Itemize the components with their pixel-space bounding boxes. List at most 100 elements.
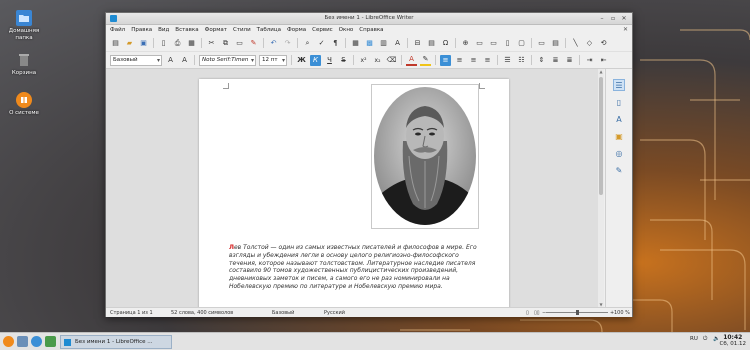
close-document-icon[interactable]: ✕ <box>623 26 628 33</box>
taskbar-writer-item[interactable]: Без имени 1 - LibreOffice ... <box>60 335 172 349</box>
menu-view[interactable]: Вид <box>158 27 169 33</box>
align-center-icon[interactable]: ≡ <box>454 55 465 66</box>
font-color-icon[interactable]: A <box>406 55 417 66</box>
insert-textbox-icon[interactable]: A <box>392 38 403 49</box>
menu-insert[interactable]: Вставка <box>175 27 198 33</box>
insert-hyperlink-icon[interactable]: ⊕ <box>460 38 471 49</box>
desktop-icon-home[interactable]: Домашняя папка <box>4 10 44 41</box>
spelling-icon[interactable]: ✓ <box>316 38 327 49</box>
zoom-slider-knob[interactable] <box>576 310 579 315</box>
menu-form[interactable]: Форма <box>287 27 306 33</box>
numbered-list-icon[interactable]: ☷ <box>516 55 527 66</box>
superscript-button[interactable]: x² <box>358 55 369 66</box>
open-folder-icon[interactable]: ▰ <box>124 38 135 49</box>
formatting-marks-icon[interactable]: ¶ <box>330 38 341 49</box>
power-icon[interactable]: ⏻ <box>703 336 707 343</box>
align-justify-icon[interactable]: ≡ <box>482 55 493 66</box>
browser-icon[interactable] <box>31 336 42 347</box>
sidebar-manage-changes-icon[interactable]: ✎ <box>613 164 625 176</box>
scrollbar-thumb[interactable] <box>599 77 603 195</box>
subscript-button[interactable]: x₂ <box>372 55 383 66</box>
file-manager-icon[interactable] <box>17 336 28 347</box>
basic-shapes-icon[interactable]: ◇ <box>584 38 595 49</box>
insert-table-icon[interactable]: ▦ <box>350 38 361 49</box>
status-word-count[interactable]: 52 слова, 400 символов <box>171 310 233 316</box>
bullet-list-icon[interactable]: ☰ <box>502 55 513 66</box>
keyboard-layout-indicator[interactable]: RU <box>690 336 698 342</box>
insert-page-break-icon[interactable]: ⊟ <box>412 38 423 49</box>
menu-file[interactable]: Файл <box>110 27 125 33</box>
status-page[interactable]: Страница 1 из 1 <box>110 310 153 316</box>
insert-image-icon[interactable]: ▩ <box>364 38 375 49</box>
insert-cross-ref-icon[interactable]: ▢ <box>516 38 527 49</box>
copy-icon[interactable]: ⧉ <box>220 38 231 49</box>
insert-chart-icon[interactable]: ▥ <box>378 38 389 49</box>
save-icon[interactable]: ▣ <box>138 38 149 49</box>
menu-tools[interactable]: Сервис <box>312 27 333 33</box>
menu-styles[interactable]: Стили <box>233 27 251 33</box>
clear-formatting-icon[interactable]: ⌫ <box>386 55 397 66</box>
menu-window[interactable]: Окно <box>339 27 354 33</box>
font-name-combo[interactable]: Noto Serif:Timen <box>199 54 256 66</box>
paste-icon[interactable]: ▭ <box>234 38 245 49</box>
insert-endnote-icon[interactable]: ▭ <box>488 38 499 49</box>
align-right-icon[interactable]: ≡ <box>468 55 479 66</box>
maximize-icon[interactable]: ▫ <box>609 15 617 23</box>
update-style-icon[interactable]: A <box>165 55 176 66</box>
font-size-combo[interactable]: 12 пт <box>259 54 287 66</box>
insert-special-char-icon[interactable]: Ω <box>440 38 451 49</box>
insert-field-icon[interactable]: ▤ <box>426 38 437 49</box>
minimize-icon[interactable]: – <box>598 15 606 23</box>
underline-button[interactable]: Ч <box>324 55 335 66</box>
body-paragraph[interactable]: Лев Толстой — один из самых известных пи… <box>229 244 479 291</box>
menu-table[interactable]: Таблица <box>257 27 281 33</box>
print-icon[interactable]: ⎙ <box>172 38 183 49</box>
multi-page-view-icon[interactable]: ▯▯ <box>534 310 540 316</box>
insert-line-icon[interactable]: ╲ <box>570 38 581 49</box>
print-preview-icon[interactable]: ▦ <box>186 38 197 49</box>
insert-bookmark-icon[interactable]: ▯ <box>502 38 513 49</box>
line-spacing-icon[interactable]: ⇕ <box>536 55 547 66</box>
undo-icon[interactable]: ↶ <box>268 38 279 49</box>
new-style-icon[interactable]: A <box>179 55 190 66</box>
sidebar-gallery-icon[interactable]: ▣ <box>613 130 625 142</box>
window-titlebar[interactable]: Без имени 1 - LibreOffice Writer – ▫ ✕ <box>106 13 632 25</box>
align-left-icon[interactable]: ≡ <box>440 54 451 66</box>
document-area[interactable]: Лев Толстой — один из самых известных пи… <box>106 69 598 307</box>
single-page-view-icon[interactable]: ▯ <box>526 310 529 316</box>
start-menu-icon[interactable] <box>3 336 14 347</box>
insert-comment-icon[interactable]: ▭ <box>536 38 547 49</box>
increase-indent-icon[interactable]: ⇥ <box>584 55 595 66</box>
new-document-icon[interactable]: ▤ <box>110 38 121 49</box>
status-language[interactable]: Русский <box>324 310 345 316</box>
status-zoom[interactable]: 100 % <box>614 310 630 316</box>
find-replace-icon[interactable]: ⌕ <box>302 38 313 49</box>
highlight-color-icon[interactable]: ✎ <box>420 55 431 66</box>
menu-edit[interactable]: Правка <box>131 27 152 33</box>
redo-icon[interactable]: ↷ <box>282 38 293 49</box>
insert-footnote-icon[interactable]: ▭ <box>474 38 485 49</box>
portrait-image[interactable] <box>371 84 479 229</box>
paragraph-style-combo[interactable]: Базовый <box>110 54 162 66</box>
sidebar-menu-icon[interactable]: ☰ <box>613 79 625 91</box>
draw-functions-icon[interactable]: ⟲ <box>598 38 609 49</box>
desktop-icon-trash[interactable]: Корзина <box>4 52 44 77</box>
scroll-up-icon[interactable]: ▲ <box>598 69 604 74</box>
bold-button[interactable]: Ж <box>296 55 307 66</box>
strikethrough-button[interactable]: S <box>338 55 349 66</box>
increase-paragraph-spacing-icon[interactable]: ≣ <box>550 55 561 66</box>
document-page[interactable]: Лев Толстой — один из самых известных пи… <box>199 79 509 307</box>
status-page-style[interactable]: Базовый <box>272 310 294 316</box>
italic-button[interactable]: К <box>310 54 321 66</box>
sidebar-styles-icon[interactable]: A <box>613 113 625 125</box>
decrease-paragraph-spacing-icon[interactable]: ≣ <box>564 55 575 66</box>
app-launcher-icon[interactable] <box>45 336 56 347</box>
export-pdf-icon[interactable]: ▯ <box>158 38 169 49</box>
zoom-out-icon[interactable]: − <box>542 310 546 316</box>
cut-icon[interactable]: ✂ <box>206 38 217 49</box>
menu-help[interactable]: Справка <box>359 27 383 33</box>
clone-formatting-icon[interactable]: ✎ <box>248 38 259 49</box>
sidebar-page-icon[interactable]: ▯ <box>613 96 625 108</box>
decrease-indent-icon[interactable]: ⇤ <box>598 55 609 66</box>
close-icon[interactable]: ✕ <box>620 15 628 23</box>
